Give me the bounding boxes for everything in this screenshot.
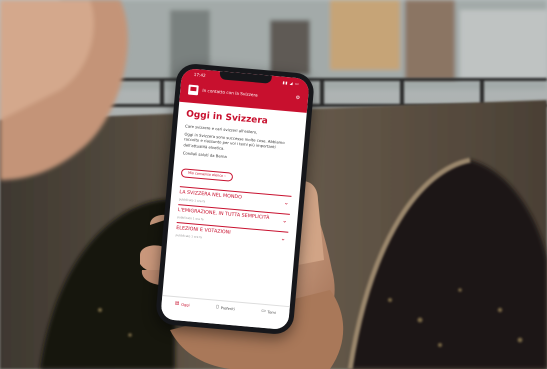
- smartphone: 17:42 ▮▮ ◢ ▭ In contatto con la Svizzera…: [154, 62, 316, 336]
- tab-temi[interactable]: ▭ Temi: [261, 309, 276, 315]
- main-content: Oggi in Svizzera Care svizzere e cari sv…: [162, 102, 306, 306]
- photo-scene: 17:42 ▮▮ ◢ ▭ In contatto con la Svizzera…: [0, 0, 547, 369]
- chevron-down-icon: ⌄: [281, 216, 288, 225]
- more-button-label: Mio consenso elenco: [187, 170, 224, 178]
- news-icon: ▤: [174, 301, 180, 307]
- tab-label: Preferiti: [220, 305, 235, 311]
- status-icons: ▮▮ ◢ ▭: [282, 79, 300, 87]
- header-title: In contatto con la Svizzera: [202, 87, 258, 98]
- chevron-down-icon: ⌄: [280, 234, 287, 243]
- tab-preferiti[interactable]: ▯ Preferiti: [216, 305, 235, 312]
- status-time: 17:42: [193, 71, 206, 78]
- tab-label: Temi: [267, 309, 277, 315]
- chevron-down-icon: ⌄: [283, 198, 290, 207]
- settings-icon[interactable]: ⚙: [295, 95, 300, 101]
- folder-icon: ▭: [261, 308, 266, 315]
- phone-screen: 17:42 ▮▮ ◢ ▭ In contatto con la Svizzera…: [160, 67, 310, 331]
- more-button[interactable]: Mio consenso elenco ›: [180, 167, 233, 182]
- tab-label: Oggi: [181, 302, 190, 307]
- bookmark-icon: ▯: [216, 304, 219, 310]
- tab-oggi[interactable]: ▤ Oggi: [175, 301, 190, 307]
- swissinfo-logo-icon[interactable]: [187, 84, 199, 96]
- phone-notch: [219, 71, 272, 84]
- chevron-right-icon: ›: [224, 174, 226, 179]
